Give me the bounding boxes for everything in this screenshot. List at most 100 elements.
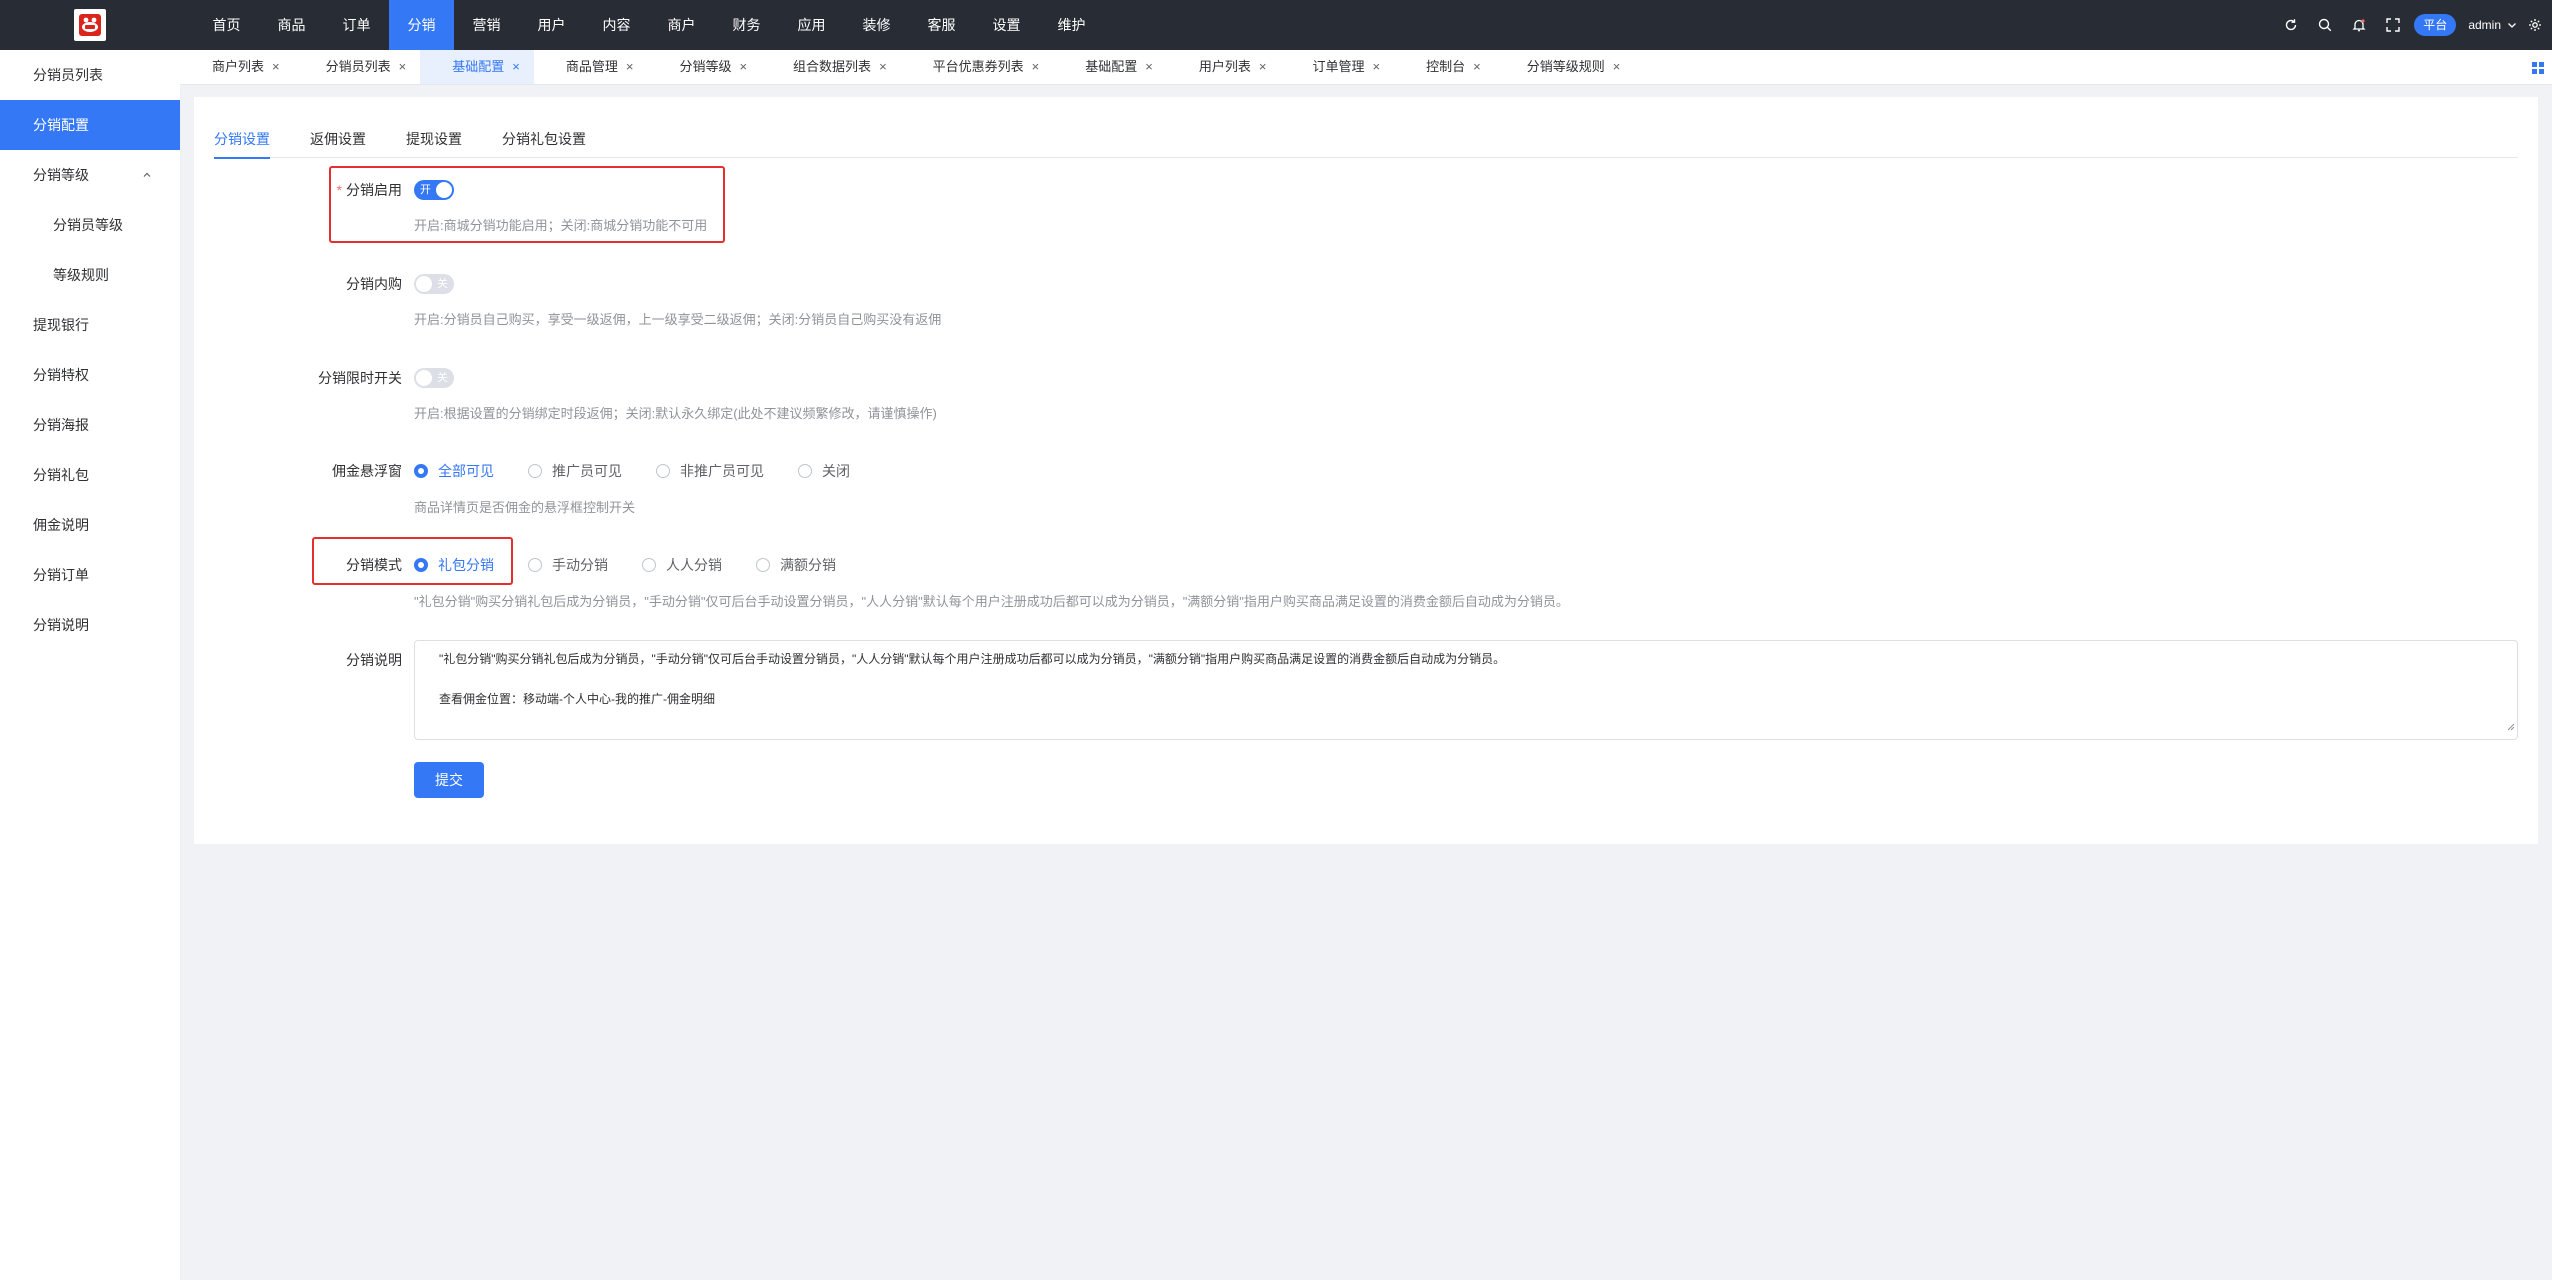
platform-label: 平台 xyxy=(2423,18,2448,32)
time-limit-switch[interactable]: 关 xyxy=(414,368,454,388)
close-icon[interactable]: × xyxy=(1473,50,1481,84)
close-icon[interactable]: × xyxy=(1259,50,1267,84)
switch-knob xyxy=(436,182,452,198)
tab-goods-management[interactable]: 商品管理 × xyxy=(534,50,648,84)
bell-icon[interactable] xyxy=(2342,0,2376,50)
close-icon[interactable]: × xyxy=(879,50,887,84)
gear-icon[interactable] xyxy=(2518,0,2552,50)
top-nav-home[interactable]: 首页 xyxy=(194,0,259,50)
radio-label: 手动分销 xyxy=(552,557,608,573)
tab-console[interactable]: 控制台 × xyxy=(1394,50,1495,84)
subtab-withdraw-settings[interactable]: 提现设置 xyxy=(406,129,462,157)
sidebar-item-privileges[interactable]: 分销特权 xyxy=(0,350,180,400)
tab-coupon-list[interactable]: 平台优惠券列表 × xyxy=(901,50,1054,84)
close-icon[interactable]: × xyxy=(512,50,520,84)
sidebar-item-commission-info[interactable]: 佣金说明 xyxy=(0,500,180,550)
refresh-icon[interactable] xyxy=(2274,0,2308,50)
radio-dot xyxy=(642,558,656,572)
sidebar-item-poster[interactable]: 分销海报 xyxy=(0,400,180,450)
platform-badge[interactable]: 平台 xyxy=(2393,0,2457,36)
top-nav-marketing[interactable]: 营销 xyxy=(454,0,519,50)
subtab-commission-settings[interactable]: 返佣设置 xyxy=(310,129,366,157)
tab-user-list[interactable]: 用户列表 × xyxy=(1167,50,1281,84)
radio-dot xyxy=(756,558,770,572)
mode-option-threshold[interactable]: 满额分销 xyxy=(756,555,836,575)
grid-menu-icon[interactable] xyxy=(2532,61,2544,77)
resize-handle-icon[interactable] xyxy=(2507,717,2515,737)
close-icon[interactable]: × xyxy=(1373,50,1381,84)
top-nav-service[interactable]: 客服 xyxy=(909,0,974,50)
top-nav-apps[interactable]: 应用 xyxy=(779,0,844,50)
description-textarea[interactable]: "礼包分销"购买分销礼包后成为分销员，"手动分销"仅可后台手动设置分销员，"人人… xyxy=(414,640,2518,740)
top-nav-users[interactable]: 用户 xyxy=(519,0,584,50)
mode-option-manual[interactable]: 手动分销 xyxy=(528,555,608,575)
tab-label: 基础配置 xyxy=(452,59,505,74)
fullscreen-icon[interactable] xyxy=(2376,0,2410,50)
user-menu[interactable]: admin xyxy=(2468,18,2518,32)
top-nav-merchants[interactable]: 商户 xyxy=(649,0,714,50)
top-nav-finance[interactable]: 财务 xyxy=(714,0,779,50)
mode-label: 分销模式 xyxy=(346,557,402,573)
mode-option-gift-pack[interactable]: 礼包分销 xyxy=(414,555,494,575)
top-nav-content[interactable]: 内容 xyxy=(584,0,649,50)
tab-label: 分销等级 xyxy=(679,59,732,74)
radio-dot xyxy=(414,558,428,572)
tab-level-rules[interactable]: 分销等级规则 × xyxy=(1495,50,1635,84)
close-icon[interactable]: × xyxy=(272,50,280,84)
sidebar-item-gift-pack[interactable]: 分销礼包 xyxy=(0,450,180,500)
float-window-option-promoter[interactable]: 推广员可见 xyxy=(528,461,622,481)
self-buy-switch[interactable]: 关 xyxy=(414,274,454,294)
logo[interactable] xyxy=(74,9,106,41)
close-icon[interactable]: × xyxy=(739,50,747,84)
tab-distributor-list[interactable]: 分销员列表 × xyxy=(294,50,421,84)
sidebar-item-label: 分销员等级 xyxy=(53,217,123,233)
chevron-up-icon xyxy=(142,150,152,200)
sidebar-item-distribution-config[interactable]: 分销配置 xyxy=(0,100,180,150)
mode-option-everyone[interactable]: 人人分销 xyxy=(642,555,722,575)
enable-switch[interactable]: 开 xyxy=(414,180,454,200)
tab-combined-data-list[interactable]: 组合数据列表 × xyxy=(761,50,901,84)
tab-order-management[interactable]: 订单管理 × xyxy=(1280,50,1394,84)
sidebar-item-label: 佣金说明 xyxy=(33,517,89,533)
radio-label: 非推广员可见 xyxy=(680,463,764,479)
top-nav-decoration[interactable]: 装修 xyxy=(844,0,909,50)
float-window-option-non-promoter[interactable]: 非推广员可见 xyxy=(656,461,764,481)
close-icon[interactable]: × xyxy=(626,50,634,84)
sidebar-item-label: 分销特权 xyxy=(33,367,89,383)
close-icon[interactable]: × xyxy=(1032,50,1040,84)
close-icon[interactable]: × xyxy=(1145,50,1153,84)
top-nav-distribution[interactable]: 分销 xyxy=(389,0,454,50)
radio-label: 推广员可见 xyxy=(552,463,622,479)
tab-basic-config[interactable]: 基础配置 × xyxy=(420,50,534,84)
sidebar-item-distributor-list[interactable]: 分销员列表 xyxy=(0,50,180,100)
sidebar-item-label: 分销礼包 xyxy=(33,467,89,483)
top-nav-settings[interactable]: 设置 xyxy=(974,0,1039,50)
mode-radio-group: 礼包分销 手动分销 人人分销 满额分销 xyxy=(414,555,870,575)
sidebar-item-withdraw-bank[interactable]: 提现银行 xyxy=(0,300,180,350)
sidebar-item-label: 分销配置 xyxy=(33,117,89,133)
top-bar: 首页 商品 订单 分销 营销 用户 内容 商户 财务 应用 装修 客服 设置 维… xyxy=(0,0,2552,50)
close-icon[interactable]: × xyxy=(399,50,407,84)
float-window-option-all[interactable]: 全部可见 xyxy=(414,461,494,481)
tab-distribution-level[interactable]: 分销等级 × xyxy=(647,50,761,84)
top-nav-goods[interactable]: 商品 xyxy=(259,0,324,50)
tab-label: 平台优惠券列表 xyxy=(932,59,1024,74)
sidebar-item-distributor-level[interactable]: 分销员等级 xyxy=(0,200,180,250)
sidebar-item-distribution-info[interactable]: 分销说明 xyxy=(0,600,180,650)
radio-dot xyxy=(528,464,542,478)
subtab-gift-pack-settings[interactable]: 分销礼包设置 xyxy=(502,129,586,157)
search-icon[interactable] xyxy=(2308,0,2342,50)
float-window-option-off[interactable]: 关闭 xyxy=(798,461,850,481)
sidebar-item-level-rules[interactable]: 等级规则 xyxy=(0,250,180,300)
tab-basic-config-2[interactable]: 基础配置 × xyxy=(1053,50,1167,84)
tab-merchant-list[interactable]: 商户列表 × xyxy=(180,50,294,84)
top-nav-orders[interactable]: 订单 xyxy=(324,0,389,50)
radio-label: 关闭 xyxy=(822,463,850,479)
sidebar-item-distribution-orders[interactable]: 分销订单 xyxy=(0,550,180,600)
top-nav-maintenance[interactable]: 维护 xyxy=(1039,0,1104,50)
close-icon[interactable]: × xyxy=(1613,50,1621,84)
subtab-distribution-settings[interactable]: 分销设置 xyxy=(214,129,270,159)
tab-label: 商品管理 xyxy=(565,59,618,74)
submit-button[interactable]: 提交 xyxy=(414,762,484,798)
sidebar-item-distribution-level[interactable]: 分销等级 xyxy=(0,150,180,200)
